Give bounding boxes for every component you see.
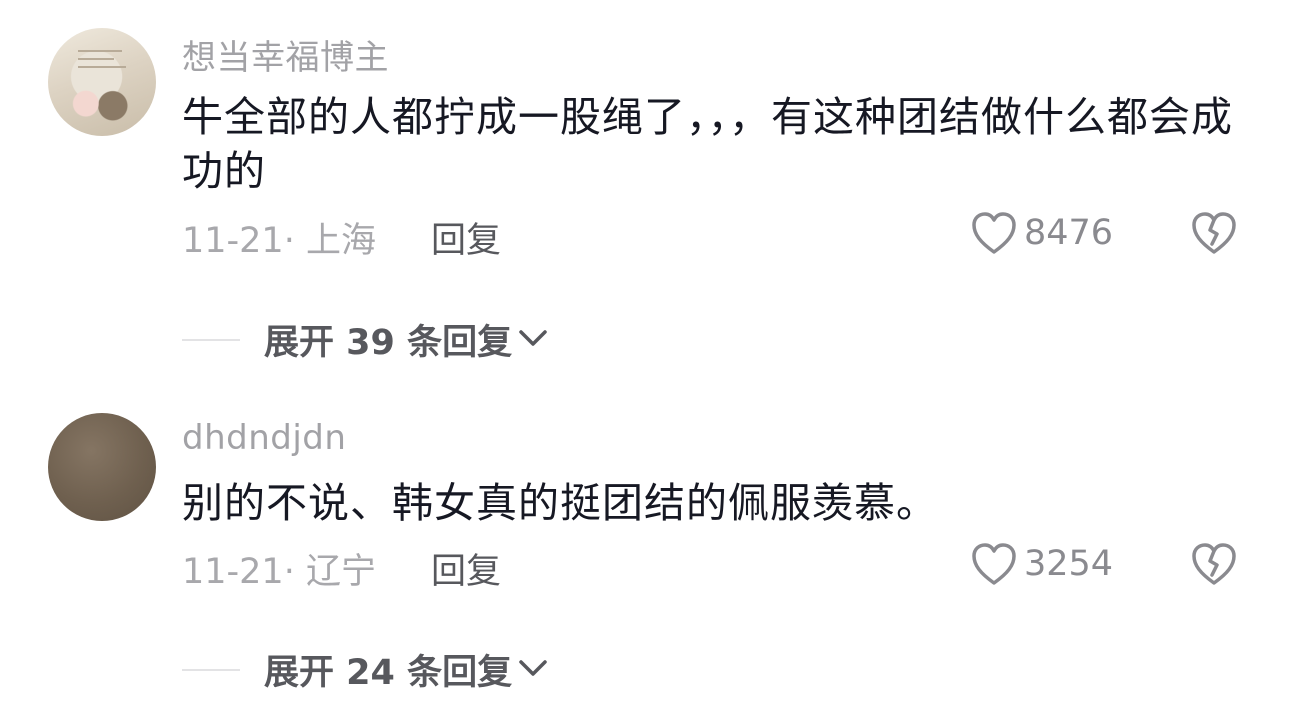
avatar[interactable] [48, 413, 156, 521]
like-count: 8476 [1024, 213, 1114, 253]
expand-replies-button[interactable]: 展开 39 条回复 [182, 314, 550, 365]
like-count: 3254 [1024, 544, 1114, 584]
chevron-down-icon [512, 656, 550, 684]
comment-text: 别的不说、韩女真的挺团结的佩服羡慕。 [182, 479, 938, 527]
expand-replies-button[interactable]: 展开 24 条回复 [182, 644, 550, 695]
comment-date-location: 11-21· 辽宁 [182, 552, 376, 592]
expand-replies-label: 展开 24 条回复 [264, 653, 513, 693]
dislike-button[interactable] [1190, 210, 1238, 256]
like-button[interactable]: 8476 [970, 210, 1113, 256]
heart-outline-icon [970, 210, 1018, 256]
reply-button[interactable]: 回复 [431, 212, 501, 263]
username[interactable]: 想当幸福博主 [182, 30, 389, 79]
comment-date-location: 11-21· 上海 [182, 221, 376, 261]
like-button[interactable]: 3254 [970, 541, 1113, 587]
broken-heart-icon [1190, 210, 1238, 256]
dislike-button[interactable] [1190, 541, 1238, 587]
divider [182, 338, 240, 341]
chevron-down-icon [512, 326, 550, 354]
username[interactable]: dhdndjdn [182, 418, 346, 458]
expand-replies-label: 展开 39 条回复 [264, 323, 513, 363]
avatar[interactable] [48, 28, 156, 136]
reply-button[interactable]: 回复 [431, 543, 501, 594]
heart-outline-icon [970, 541, 1018, 587]
broken-heart-icon [1190, 541, 1238, 587]
comment-text: 牛全部的人都拧成一股绳了，，，有这种团结做什么都会成功的 [182, 93, 1233, 195]
divider [182, 668, 240, 671]
